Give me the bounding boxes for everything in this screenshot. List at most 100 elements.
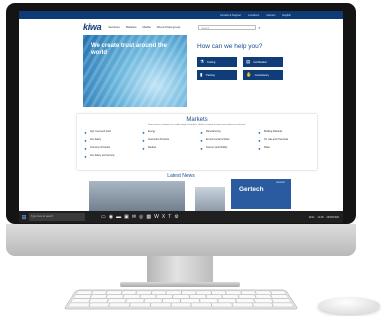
news-card[interactable]: Gertech Gertech [231,179,291,209]
market-item[interactable]: ● Oil, Gas and Chemicals [257,137,311,143]
market-label: Environmental & Water [206,139,230,141]
market-item[interactable]: ● Agri, Feed and Food [83,129,137,135]
teams-icon[interactable]: T [168,214,171,220]
windows-taskbar: ⊞ Type here to search ▭ ◉ ▬ ▣ ✉ ◎ ▩ W X … [19,211,343,223]
news-card-sub: Gertech [276,181,285,184]
mail-icon[interactable]: ✉ [132,214,136,220]
topbar-link[interactable]: Contact & Support [220,14,241,17]
market-label: Telecom and Mobility [206,147,228,149]
market-icon: ● [84,137,87,143]
market-icon: ● [258,145,261,151]
market-icon: ● [142,137,145,143]
hand-icon: ✋ [246,72,252,77]
nav-item-markets[interactable]: Markets [126,25,137,29]
edge-icon[interactable]: ◉ [109,214,113,220]
language-selector[interactable]: English [282,14,291,17]
market-icon: ● [200,137,203,143]
market-icon: ● [200,145,203,151]
language-indicator[interactable]: ENG [309,216,314,219]
market-item[interactable]: ● Building Materials [257,129,311,135]
imac-stand-base [120,282,240,287]
clock-time[interactable]: 11:48 [317,216,323,219]
market-label: Agri, Feed and Food [90,131,111,133]
main-nav: kiwa Services Markets Media About Kiwa g… [19,19,343,35]
market-label: Oil, Gas and Chemicals [264,139,289,141]
excel-icon[interactable]: X [162,214,165,220]
screen: Contact & Support Locations Careers Engl… [19,11,343,223]
markets-section: Markets Kiwa serves customers in a wide … [77,114,317,170]
market-icon: ● [84,153,87,159]
market-item[interactable]: ● Energy [141,129,195,135]
magic-mouse [318,297,380,314]
market-icon: ● [142,129,145,135]
beaker-icon: ⚗ [200,59,205,64]
hero-banner: We create trust around the world [83,35,187,107]
markets-title: Markets [186,117,208,123]
button-label: Certification [253,60,267,64]
imac-chin [6,224,356,256]
nav-item-about[interactable]: About Kiwa group [157,25,181,29]
market-item[interactable]: ● Fire Safety and Security [83,153,137,159]
market-label: Fire Safety [90,139,102,141]
hero-section: We create trust around the world How can… [19,35,343,107]
market-label: Medical [148,147,156,149]
nav-item-media[interactable]: Media [143,25,151,29]
market-label: Manufacturing [206,131,221,133]
market-icon: ● [258,137,261,143]
market-item[interactable]: ● Water [257,145,311,151]
news-image[interactable] [195,187,225,211]
help-title: How can we help you? [197,43,263,50]
testing-button[interactable]: ⚗ Testing [197,57,237,67]
market-icon: ● [84,145,87,151]
market-item[interactable]: ● Automotive Products [141,137,195,143]
system-tray: ENG 11:48 26/05/2020 [309,216,339,219]
utility-bar: Contact & Support Locations Careers Engl… [19,11,343,19]
nav-item-services[interactable]: Services [108,25,120,29]
chrome-icon[interactable]: ◎ [139,214,143,220]
markets-grid: ● Agri, Feed and Food ● Energy ● Manufactur… [83,129,311,159]
search-input[interactable]: Search [198,24,257,30]
search-icon[interactable]: ⌕ [258,25,260,30]
market-item[interactable]: ● Fire Safety [83,137,137,143]
market-item[interactable]: ● Environmental & Water [199,137,253,143]
settings-icon[interactable]: ⚙ [174,214,178,220]
help-panel: How can we help you? ⚗ Testing ▤ Certifi… [197,35,307,107]
keyboard [63,289,299,310]
topbar-link[interactable]: Careers [266,14,275,17]
word-icon[interactable]: W [154,214,159,220]
consultancy-button[interactable]: ✋ Consultancy [243,70,283,80]
market-item[interactable]: ● Consumer Products [83,145,137,151]
task-view-icon[interactable]: ▭ [101,214,106,220]
kiwa-logo[interactable]: kiwa [83,22,102,32]
market-label: Consumer Products [90,147,111,149]
taskbar-search-input[interactable]: Type here to search [29,213,85,221]
market-label: Fire Safety and Security [90,155,115,157]
store-icon[interactable]: ▣ [124,214,129,220]
explorer-icon[interactable]: ▬ [116,214,121,220]
photos-icon[interactable]: ▩ [146,214,151,220]
book-icon: ▮ [200,72,203,77]
market-icon: ● [258,129,261,135]
topbar-link[interactable]: Locations [248,14,259,17]
certification-button[interactable]: ▤ Certification [243,57,283,67]
market-label: Automotive Products [148,139,170,141]
button-label: Training [205,73,215,77]
market-item[interactable]: ● Telecom and Mobility [199,145,253,151]
clock-date[interactable]: 26/05/2020 [326,216,339,219]
news-card-title: Gertech [239,186,264,193]
imac-stand [147,256,213,284]
market-item[interactable]: ● Manufacturing [199,129,253,135]
button-label: Consultancy [254,73,269,77]
market-label: Building Materials [264,131,283,133]
market-label: Water [264,147,271,149]
market-item[interactable]: ● Medical [141,145,195,151]
windows-icon[interactable]: ⊞ [19,214,29,221]
market-icon: ● [200,129,203,135]
certificate-icon: ▤ [246,59,251,64]
training-button[interactable]: ▮ Training [197,70,237,80]
markets-intro: Kiwa serves customers in a wide range of… [148,124,246,126]
market-label: Energy [148,131,156,133]
button-label: Testing [207,60,216,64]
market-icon: ● [142,145,145,151]
news-title: Latest News [167,173,195,179]
